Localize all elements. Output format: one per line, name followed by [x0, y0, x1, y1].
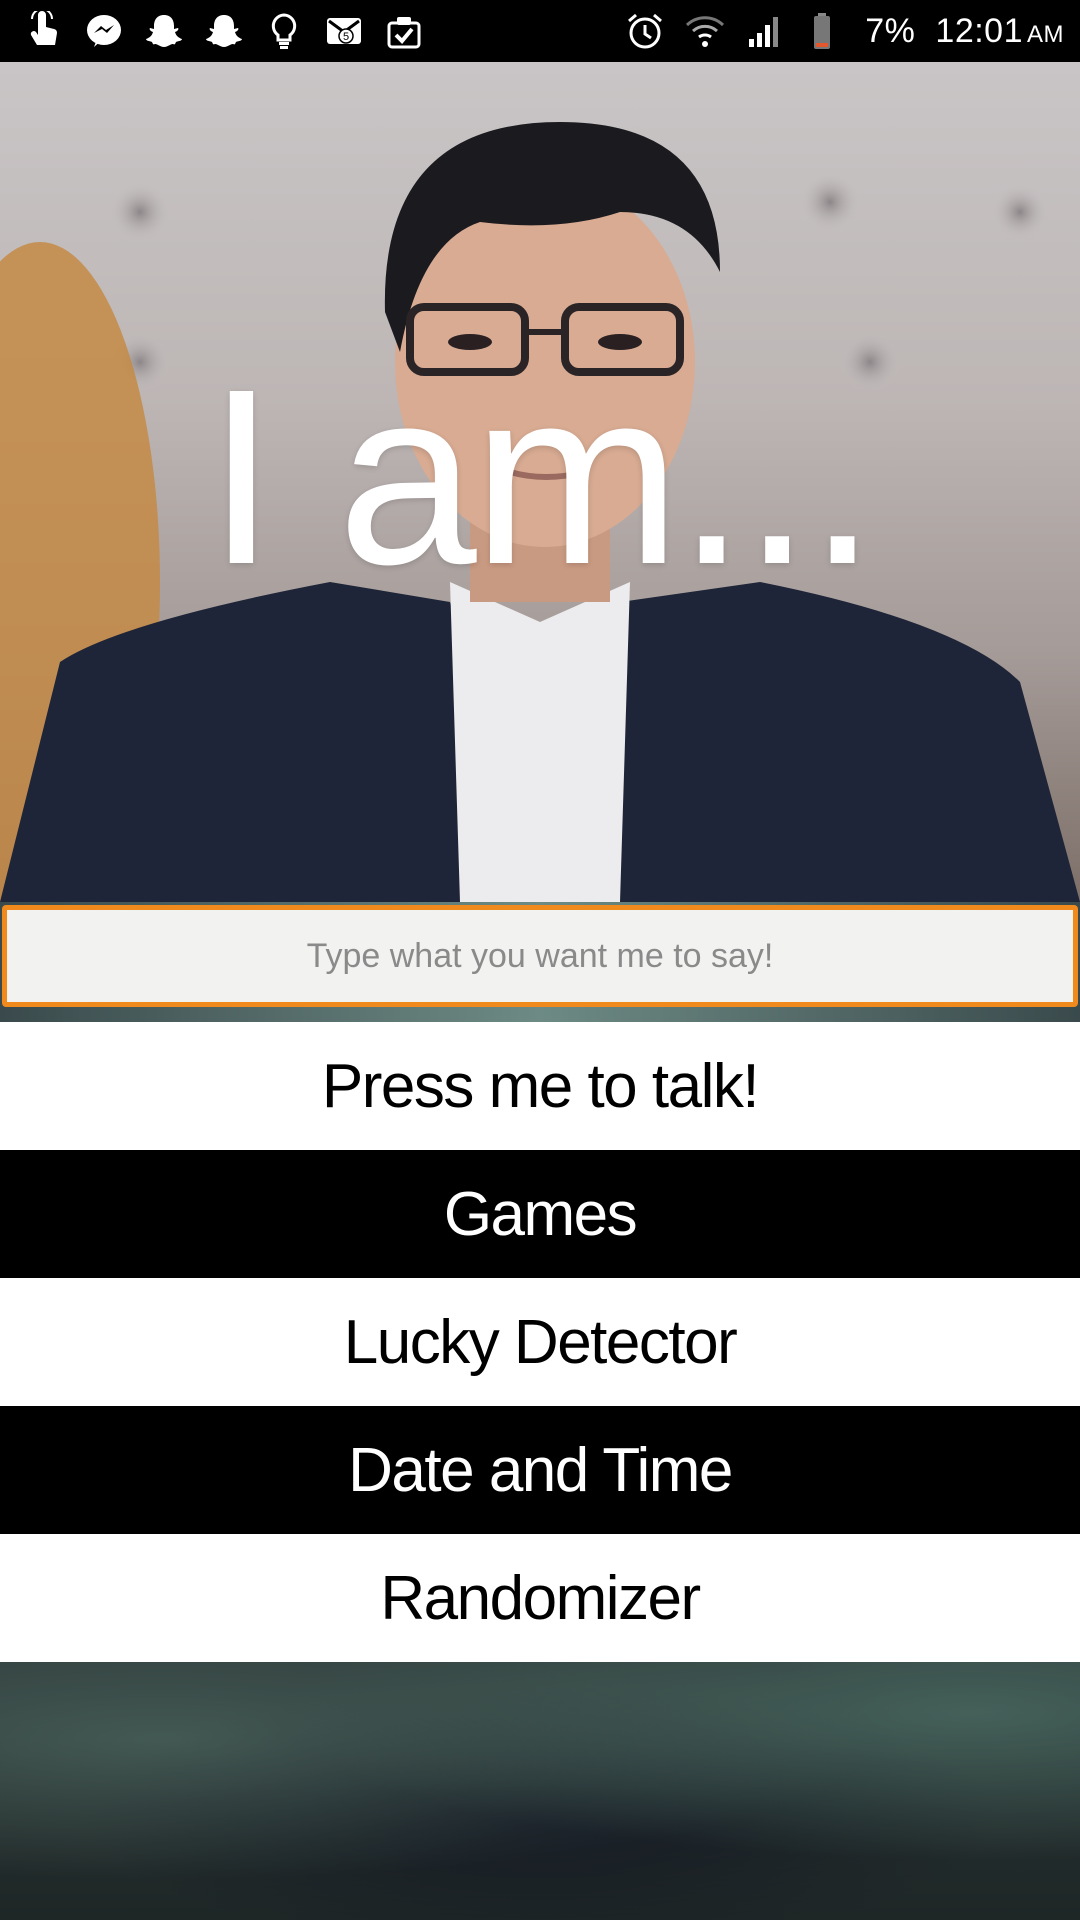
profile-photo: I am...	[0, 62, 1080, 902]
touch-hand-icon	[24, 11, 64, 51]
snapchat-icon	[144, 11, 184, 51]
alarm-icon	[625, 11, 665, 51]
messenger-icon	[84, 11, 124, 51]
battery-percent: 7%	[865, 11, 916, 50]
status-bar: 5 7% 12:01 AM	[0, 0, 1080, 62]
wifi-icon	[685, 11, 725, 51]
system-indicators: 7% 12:01 AM	[625, 11, 1064, 51]
battery-icon	[805, 11, 845, 51]
randomizer-button[interactable]: Randomizer	[0, 1534, 1080, 1662]
gmail-icon: 5	[324, 11, 364, 51]
lightbulb-icon	[264, 11, 304, 51]
gmail-badge: 5	[343, 31, 349, 43]
main-menu: Press me to talk! Games Lucky Detector D…	[0, 1022, 1080, 1662]
notification-icons: 5	[24, 11, 424, 51]
snapchat-icon	[204, 11, 244, 51]
press-to-talk-button[interactable]: Press me to talk!	[0, 1022, 1080, 1150]
clock-ampm: AM	[1027, 20, 1064, 48]
clipboard-check-icon	[384, 11, 424, 51]
clock-time: 12:01	[935, 11, 1023, 50]
signal-icon	[745, 11, 785, 51]
speech-text-input[interactable]	[2, 905, 1078, 1007]
date-and-time-button[interactable]: Date and Time	[0, 1406, 1080, 1534]
background-blur	[0, 1662, 1080, 1920]
games-button[interactable]: Games	[0, 1150, 1080, 1278]
lucky-detector-button[interactable]: Lucky Detector	[0, 1278, 1080, 1406]
clock: 12:01 AM	[935, 12, 1064, 51]
hero-title: I am...	[206, 337, 878, 616]
